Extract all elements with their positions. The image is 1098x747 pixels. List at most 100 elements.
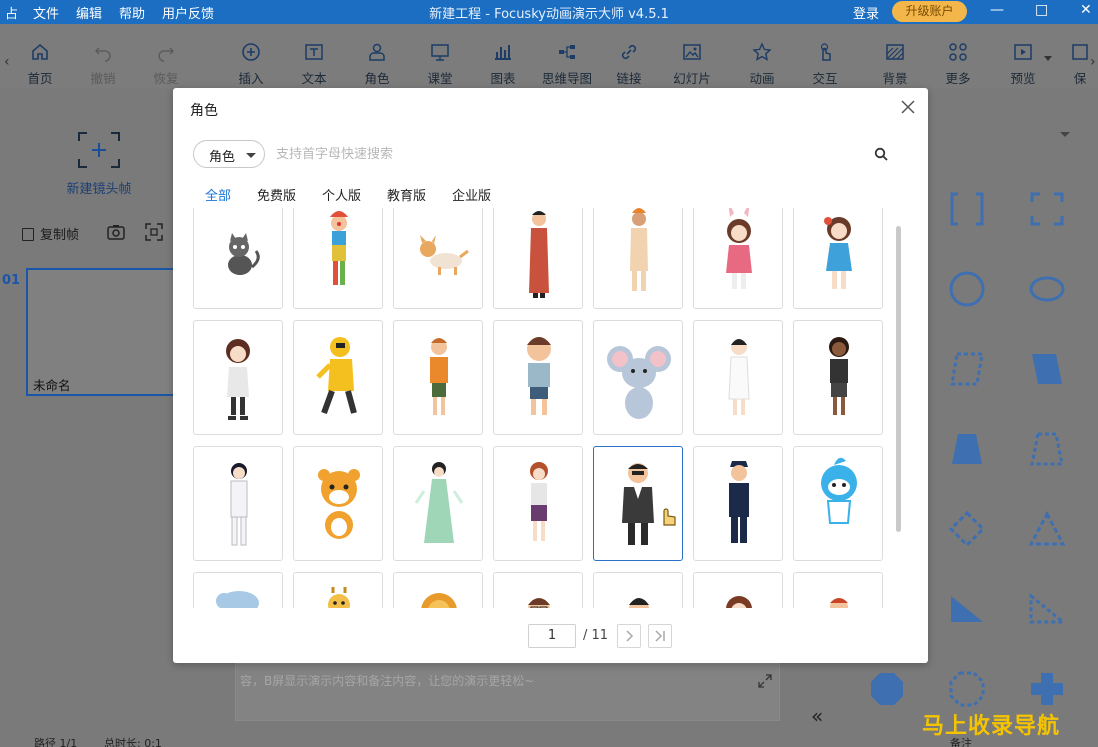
character-card[interactable] (193, 320, 283, 435)
character-card[interactable] (793, 208, 883, 309)
character-card[interactable] (493, 446, 583, 561)
character-card[interactable] (593, 208, 683, 309)
dashed-parallelogram-shape-icon[interactable] (948, 350, 986, 388)
category-select[interactable]: 角色 (193, 140, 265, 168)
toolbar-undo-button[interactable]: 撤销 (77, 42, 129, 87)
giraffe-character-icon (328, 587, 350, 608)
character-card[interactable] (393, 446, 483, 561)
camera-icon[interactable] (107, 224, 125, 240)
toolbar-chart-button[interactable]: 图表 (477, 42, 529, 87)
character-card[interactable] (793, 572, 883, 608)
toolbar-link-button[interactable]: 链接 (603, 42, 655, 87)
toolbar-slides-button[interactable]: 幻灯片 (666, 42, 718, 87)
character-card[interactable] (393, 320, 483, 435)
character-card[interactable] (293, 320, 383, 435)
character-card[interactable] (493, 320, 583, 435)
corner-frame-shape-icon[interactable] (1028, 190, 1066, 228)
red-hair-man-character-icon (830, 598, 848, 608)
toolbar-scroll-left-icon[interactable]: ‹ (4, 54, 10, 70)
toolbar-redo-button[interactable]: 恢复 (140, 42, 192, 87)
new-frame-icon[interactable] (78, 132, 120, 168)
toolbar-text-button[interactable]: 文本 (288, 42, 340, 87)
toolbar-classroom-button[interactable]: 课堂 (414, 42, 466, 87)
shape-panel-dropdown-icon[interactable] (1060, 132, 1070, 137)
character-card[interactable] (693, 446, 783, 561)
character-card[interactable] (593, 320, 683, 435)
character-card[interactable] (193, 208, 283, 309)
search-input[interactable] (276, 141, 866, 167)
nurse-character-icon (728, 339, 750, 415)
slide-number: 01 (2, 273, 21, 288)
new-frame-label[interactable]: 新建镜头帧 (58, 178, 140, 197)
close-icon[interactable] (899, 98, 917, 116)
minimize-icon[interactable]: — (990, 2, 1004, 18)
character-card[interactable] (293, 446, 383, 561)
parallelogram-shape-icon[interactable] (1028, 350, 1066, 388)
character-card[interactable] (393, 208, 483, 309)
tab-personal[interactable]: 个人版 (322, 185, 361, 204)
toolbar-animation-button[interactable]: 动画 (736, 42, 788, 87)
toolbar-preview-button[interactable]: 预览 (997, 42, 1049, 87)
copy-frame-button[interactable]: 复制帧 (22, 224, 79, 243)
right-triangle-shape-icon[interactable] (948, 590, 986, 628)
toolbar-interaction-button[interactable]: 交互 (799, 42, 851, 87)
character-card[interactable] (293, 572, 383, 608)
character-card-selected[interactable] (593, 446, 683, 561)
page-number-input[interactable]: 1 (528, 624, 576, 648)
tab-education[interactable]: 教育版 (387, 185, 426, 204)
grid-scrollbar[interactable] (896, 226, 901, 532)
toolbar-background-button[interactable]: 背景 (869, 42, 921, 87)
toolbar-scroll-right-icon[interactable]: › (1090, 54, 1096, 70)
bracket-frame-shape-icon[interactable] (948, 190, 986, 228)
dashed-diamond-shape-icon[interactable] (948, 510, 986, 548)
girl-phone-character-icon (226, 339, 250, 420)
character-card[interactable] (693, 572, 783, 608)
character-card[interactable] (593, 572, 683, 608)
character-card[interactable] (793, 320, 883, 435)
character-card[interactable] (493, 208, 583, 309)
character-card[interactable] (693, 320, 783, 435)
watermark-text: 马上收录导航 (922, 714, 1061, 739)
toolbar-label: 动画 (749, 71, 775, 86)
tab-enterprise[interactable]: 企业版 (452, 185, 491, 204)
character-card[interactable] (793, 446, 883, 561)
trapezoid-shape-icon[interactable] (948, 430, 986, 468)
toolbar-role-button[interactable]: 角色 (351, 42, 403, 87)
ellipse-shape-icon[interactable] (1028, 270, 1066, 308)
collapse-panel-icon[interactable]: « (811, 704, 823, 728)
fit-frame-icon[interactable] (145, 223, 163, 241)
toolbar-label: 交互 (812, 71, 838, 86)
toolbar-insert-button[interactable]: 插入 (225, 42, 277, 87)
character-card[interactable] (293, 208, 383, 309)
maximize-icon[interactable]: □ (1035, 2, 1048, 18)
last-page-button[interactable] (648, 624, 672, 648)
dog-character-icon (420, 235, 469, 275)
character-card[interactable] (193, 572, 283, 608)
toolbar-mindmap-button[interactable]: 思维导图 (540, 42, 594, 87)
preview-dropdown-icon[interactable] (1044, 56, 1052, 61)
clown-character-icon (330, 211, 348, 285)
dashed-triangle-shape-icon[interactable] (1028, 510, 1066, 548)
octagon-shape-icon[interactable] (868, 670, 906, 708)
character-card[interactable] (193, 446, 283, 561)
toolbar-home-button[interactable]: 首页 (14, 42, 66, 87)
toolbar-more-button[interactable]: 更多 (932, 42, 984, 87)
dashed-octagon-shape-icon[interactable] (948, 670, 986, 708)
copy-frame-label: 复制帧 (40, 228, 80, 243)
character-card[interactable] (393, 572, 483, 608)
character-card[interactable] (493, 572, 583, 608)
circle-shape-icon[interactable] (948, 270, 986, 308)
tab-free[interactable]: 免费版 (257, 185, 296, 204)
tab-all[interactable]: 全部 (205, 185, 231, 204)
dashed-right-triangle-shape-icon[interactable] (1028, 590, 1066, 628)
dashed-trapezoid-shape-icon[interactable] (1028, 430, 1066, 468)
next-page-button[interactable] (617, 624, 641, 648)
toolbar-label: 幻灯片 (673, 71, 711, 86)
expand-icon[interactable] (758, 674, 772, 688)
close-window-icon[interactable]: ✕ (1080, 2, 1092, 18)
character-card[interactable] (693, 208, 783, 309)
login-link[interactable]: 登录 (853, 3, 879, 22)
cross-shape-icon[interactable] (1028, 670, 1066, 708)
upgrade-button[interactable]: 升级账户 (892, 1, 967, 22)
search-icon[interactable] (874, 147, 888, 161)
